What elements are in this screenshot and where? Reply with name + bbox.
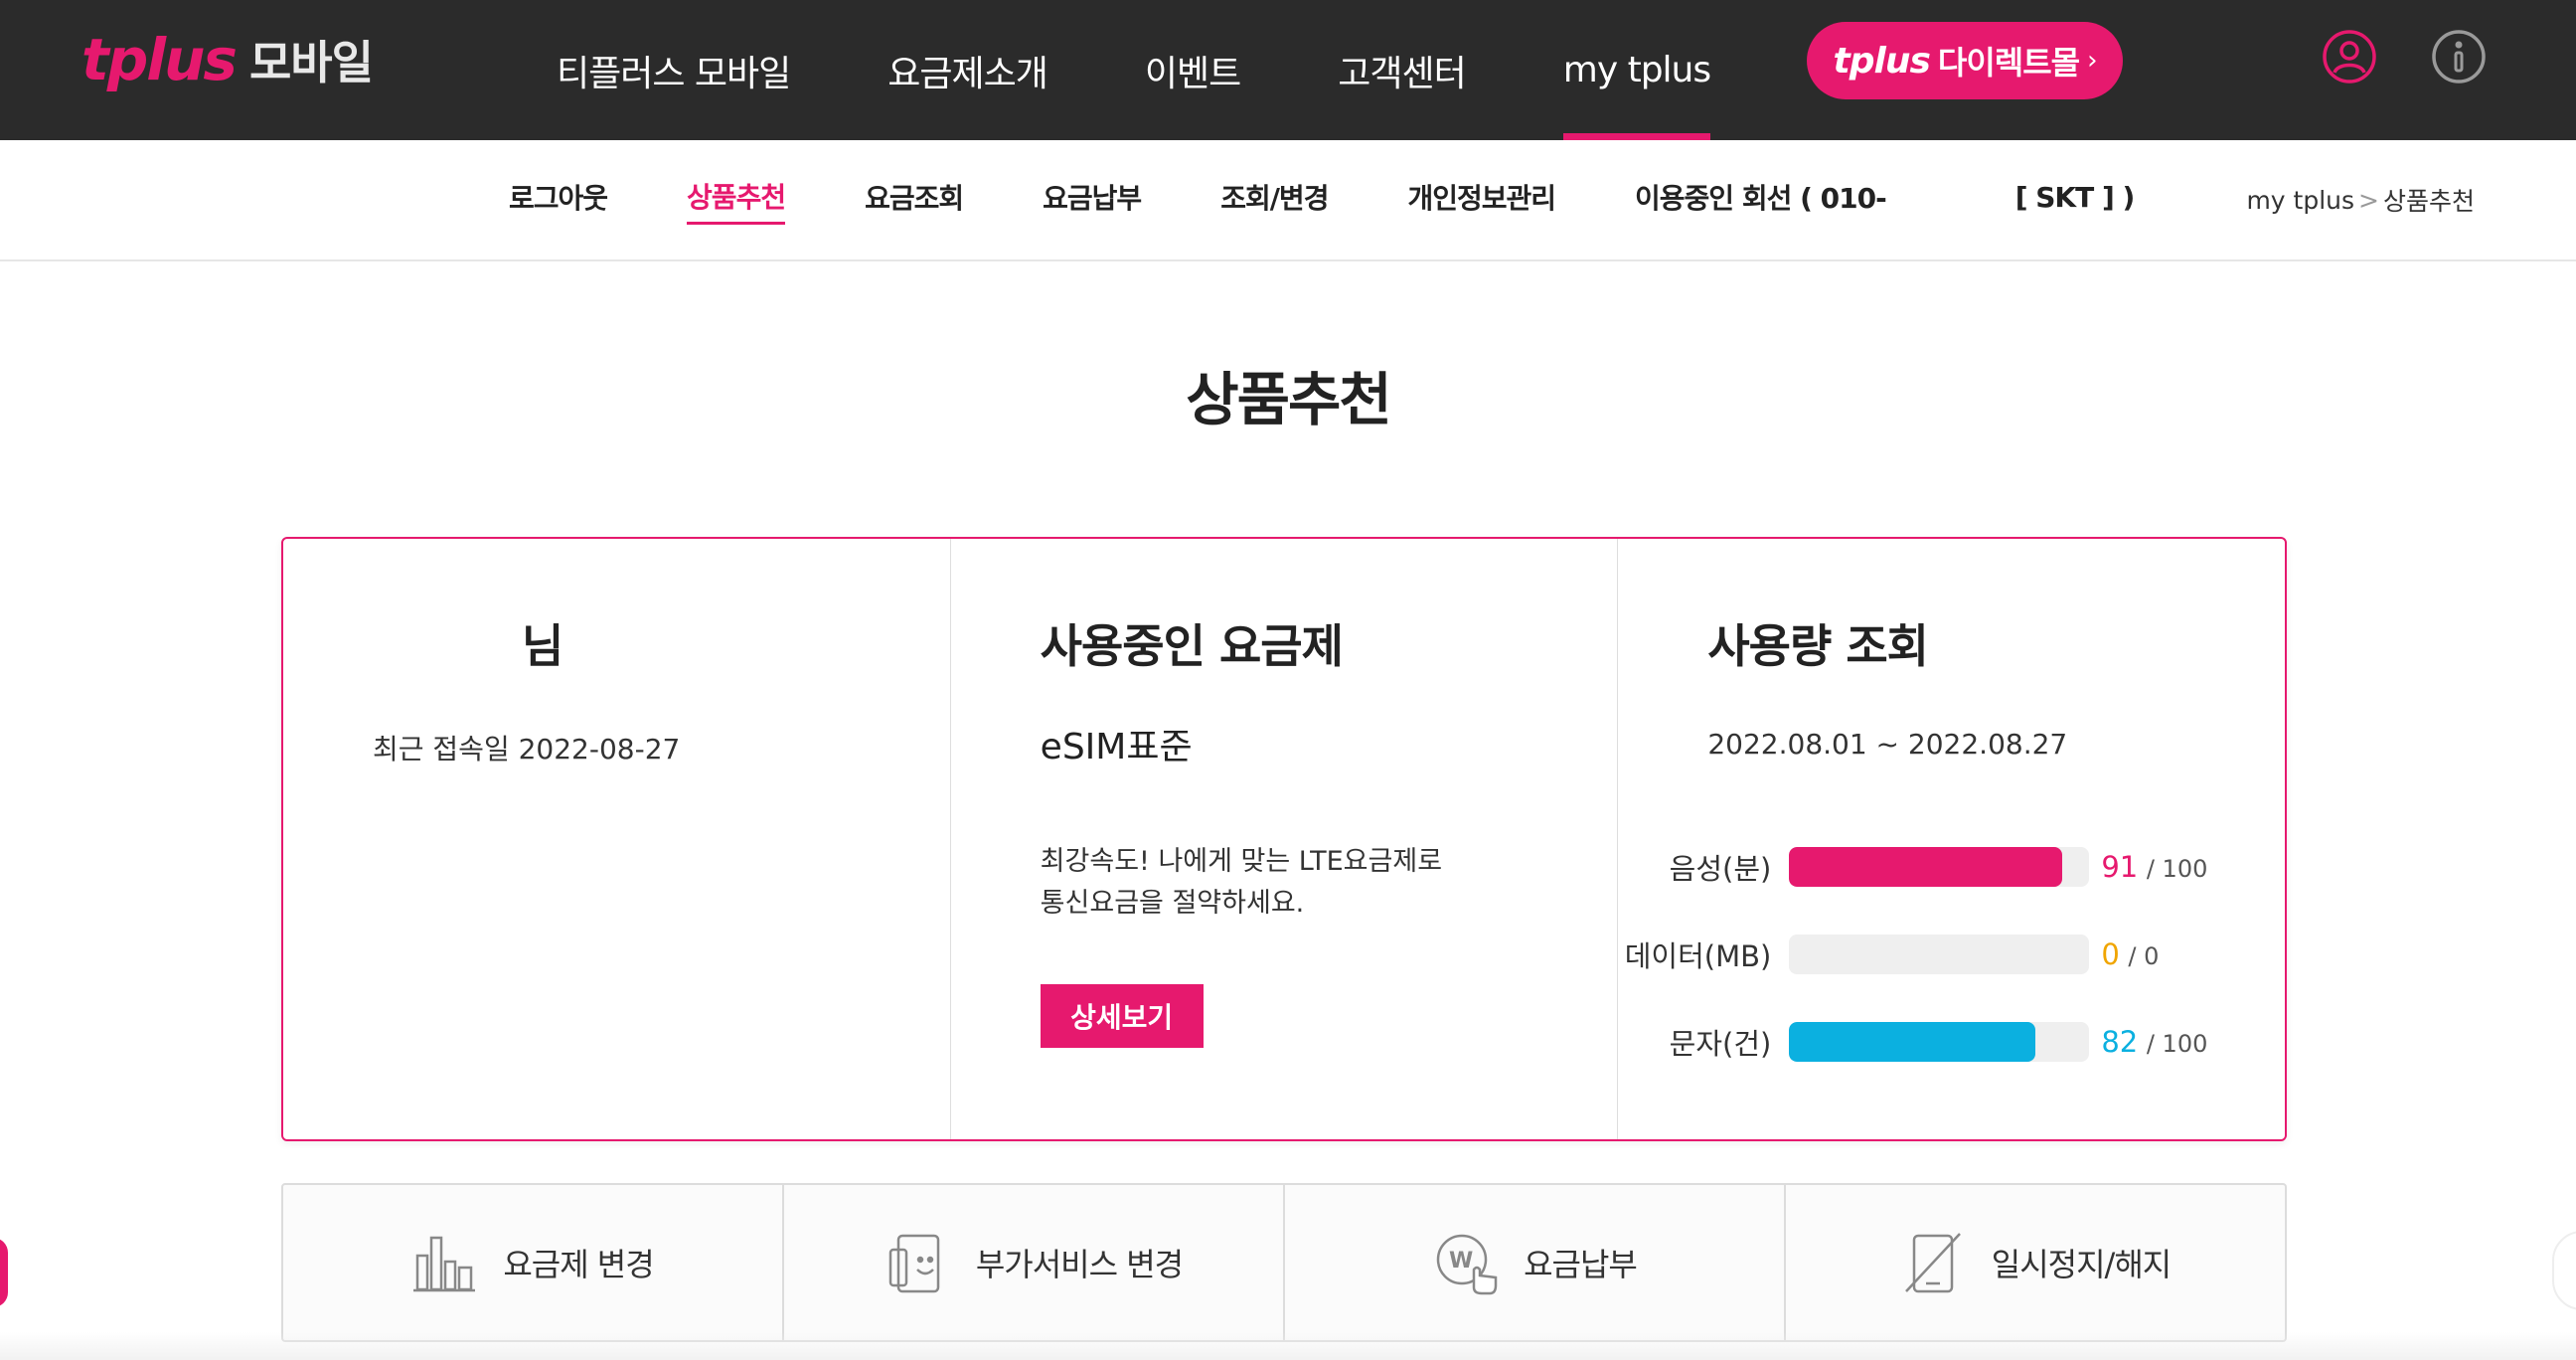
usage-num-voice: 91 xyxy=(2101,850,2139,884)
payment-icon: W xyxy=(1436,1234,1498,1295)
usage-label-data: 데이터(MB) xyxy=(1624,939,1772,973)
subnav-item-logout[interactable]: 로그아웃 xyxy=(509,177,608,223)
sub-nav: 로그아웃 상품추천 요금조회 요금납부 조회/변경 개인정보관리 이용중인 회선… xyxy=(0,140,2576,261)
usage-value-data: 0 / 0 xyxy=(2101,937,2159,971)
usage-row-voice: 음성(분) 91 / 100 xyxy=(1618,847,2274,887)
subnav-item-bill-inquiry[interactable]: 요금조회 xyxy=(865,177,964,223)
line-prefix: 이용중인 회선 ( 010- xyxy=(1635,182,1887,215)
usage-fill-sms xyxy=(1789,1022,2035,1062)
quick-label-plan-change: 요금제 변경 xyxy=(503,1246,654,1283)
quick-menu: 요금제 변경 부가서비스 변경 W 요금납부 일시정지/해지 xyxy=(281,1183,2287,1342)
breadcrumb-separator: > xyxy=(2358,185,2379,215)
svg-text:W: W xyxy=(1449,1249,1473,1274)
quick-item-suspend[interactable]: 일시정지/해지 xyxy=(1786,1185,2285,1340)
usage-fill-voice xyxy=(1789,847,2063,887)
nav-item-events[interactable]: 이벤트 xyxy=(1145,0,1241,140)
chevron-right-icon: › xyxy=(2087,46,2097,76)
plan-card: 사용중인 요금제 eSIM표준 최강속도! 나에게 맞는 LTE요금제로 통신요… xyxy=(951,539,1619,1139)
quick-label-payment: 요금납부 xyxy=(1524,1246,1638,1283)
usage-bar-voice xyxy=(1789,847,2090,887)
usage-value-voice: 91 / 100 xyxy=(2101,850,2207,884)
usage-label-voice: 음성(분) xyxy=(1669,852,1772,886)
floating-right-button[interactable] xyxy=(2552,1231,2576,1310)
usage-label-sms: 문자(건) xyxy=(1669,1027,1772,1061)
usage-row-data: 데이터(MB) 0 / 0 xyxy=(1618,935,2274,974)
usage-num-sms: 82 xyxy=(2101,1025,2139,1059)
usage-total-data: / 0 xyxy=(2128,942,2160,970)
plan-detail-button[interactable]: 상세보기 xyxy=(1040,984,1204,1048)
subnav-item-privacy[interactable]: 개인정보관리 xyxy=(1407,177,1556,223)
bottom-fade xyxy=(0,1332,2576,1360)
usage-bar-data xyxy=(1789,935,2090,974)
addon-service-icon xyxy=(888,1234,940,1293)
floating-side-button[interactable] xyxy=(0,1238,8,1307)
quick-label-suspend: 일시정지/해지 xyxy=(1991,1246,2172,1283)
usage-total-voice: / 100 xyxy=(2146,855,2208,883)
main-nav: 티플러스 모바일 요금제소개 이벤트 고객센터 my tplus xyxy=(557,0,1808,140)
recent-login: 최근 접속일 2022-08-27 xyxy=(373,733,681,765)
subnav-item-recommend[interactable]: 상품추천 xyxy=(687,176,786,225)
breadcrumb: my tplus > 상품추천 xyxy=(2246,140,2475,259)
usage-num-data: 0 xyxy=(2101,937,2120,971)
tplus-mobile-logo[interactable]: tplus 모바일 xyxy=(81,22,374,97)
nav-item-tplus-mobile[interactable]: 티플러스 모바일 xyxy=(557,0,791,140)
plan-change-icon xyxy=(413,1236,476,1292)
plan-desc-line-2: 통신요금을 절약하세요. xyxy=(1040,888,1305,919)
current-line-info[interactable]: 이용중인 회선 ( 010- [ SKT ] ) xyxy=(1635,177,2136,223)
plan-description: 최강속도! 나에게 맞는 LTE요금제로 통신요금을 절약하세요. xyxy=(1041,841,1442,925)
subnav-item-inquiry-change[interactable]: 조회/변경 xyxy=(1220,177,1329,223)
nav-item-my-tplus[interactable]: my tplus xyxy=(1562,0,1711,140)
plan-name: eSIM표준 xyxy=(1040,727,1193,767)
info-icon[interactable] xyxy=(2431,29,2487,85)
quick-item-plan-change[interactable]: 요금제 변경 xyxy=(283,1185,784,1340)
page-title: 상품추천 xyxy=(1186,366,1391,433)
nav-item-customer-center[interactable]: 고객센터 xyxy=(1338,0,1466,140)
plan-desc-line-1: 최강속도! 나에게 맞는 LTE요금제로 xyxy=(1040,846,1443,877)
logo-brand: tplus xyxy=(81,26,238,93)
user-name: 님 xyxy=(522,619,564,673)
usage-row-sms: 문자(건) 82 / 100 xyxy=(1618,1022,2274,1062)
direct-mall-label: 다이렉트몰 xyxy=(1937,44,2080,82)
quick-item-addon-service[interactable]: 부가서비스 변경 xyxy=(784,1185,1285,1340)
usage-period: 2022.08.01 ~ 2022.08.27 xyxy=(1707,728,2068,761)
usage-bar-sms xyxy=(1789,1022,2090,1062)
usage-value-sms: 82 / 100 xyxy=(2101,1025,2207,1059)
suspend-icon xyxy=(1904,1233,1961,1293)
quick-label-addon-service: 부가서비스 변경 xyxy=(975,1246,1184,1283)
breadcrumb-root[interactable]: my tplus xyxy=(2246,186,2354,215)
usage-card: 사용량 조회 2022.08.01 ~ 2022.08.27 음성(분) 91 … xyxy=(1618,539,2285,1139)
usage-total-sms: / 100 xyxy=(2146,1030,2208,1058)
direct-mall-brand: tplus xyxy=(1833,40,1931,82)
breadcrumb-current: 상품추천 xyxy=(2382,187,2475,216)
user-card: 님 최근 접속일 2022-08-27 xyxy=(283,539,951,1139)
line-carrier: [ SKT ] ) xyxy=(2014,180,2136,214)
subnav-item-bill-payment[interactable]: 요금납부 xyxy=(1043,177,1142,223)
usage-heading: 사용량 조회 xyxy=(1707,619,1929,673)
plan-heading: 사용중인 요금제 xyxy=(1040,619,1344,673)
quick-item-payment[interactable]: W 요금납부 xyxy=(1285,1185,1786,1340)
logo-sub: 모바일 xyxy=(248,36,374,89)
summary-cards: 님 최근 접속일 2022-08-27 사용중인 요금제 eSIM표준 최강속도… xyxy=(281,537,2287,1141)
user-icon[interactable] xyxy=(2322,29,2377,85)
direct-mall-button[interactable]: tplus 다이렉트몰 › xyxy=(1807,22,2123,99)
nav-item-plans[interactable]: 요금제소개 xyxy=(887,0,1048,140)
top-bar: tplus 모바일 티플러스 모바일 요금제소개 이벤트 고객센터 my tpl… xyxy=(0,0,2576,140)
